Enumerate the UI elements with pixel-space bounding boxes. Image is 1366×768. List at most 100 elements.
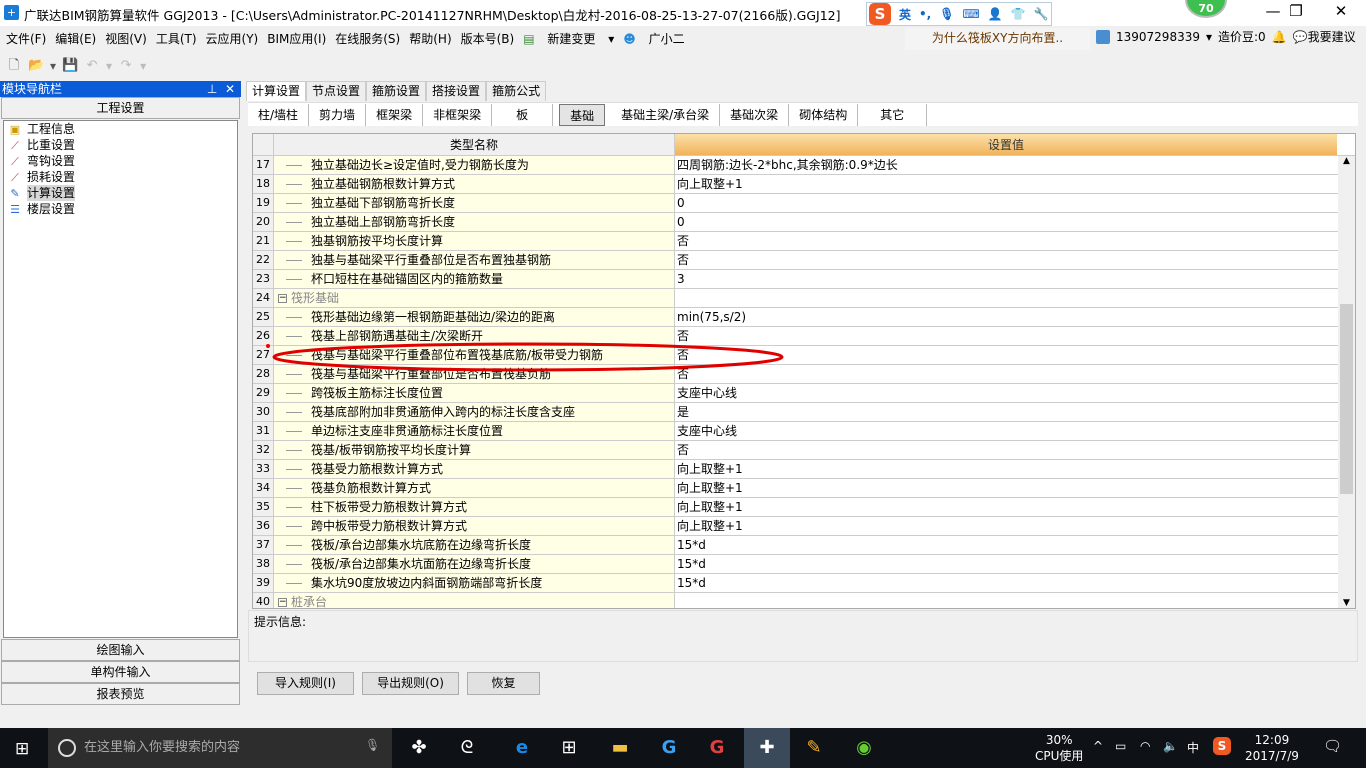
table-row[interactable]: 19 独立基础下部钢筋弯折长度 0 (253, 194, 1355, 213)
user-account[interactable]: 13907298339 (1116, 30, 1200, 44)
undo-icon[interactable]: ↶ (84, 58, 100, 74)
subtab-foundation[interactable]: 基础 (559, 103, 606, 126)
subtab-slab[interactable]: 板 (492, 103, 554, 126)
table-row[interactable]: 36 跨中板带受力筋根数计算方式 向上取整+1 (253, 517, 1355, 536)
tree-item-calc[interactable]: ✎ 计算设置 (4, 185, 237, 201)
sogou-tray-icon[interactable]: S (1213, 737, 1231, 755)
save-icon[interactable]: 💾 (62, 58, 78, 74)
setting-value-cell[interactable]: 四周钢筋:边长-2*bhc,其余钢筋:0.9*边长 (675, 156, 1337, 174)
menu-tools[interactable]: 工具(T) (156, 30, 197, 47)
subtab-foundation-secondary-beam[interactable]: 基础次梁 (720, 103, 790, 126)
setting-value-cell[interactable]: 向上取整+1 (675, 517, 1337, 535)
table-row[interactable]: 38 筏板/承台边部集水坑面筋在边缘弯折长度 15*d (253, 555, 1355, 574)
ime-lang[interactable]: 英 (899, 6, 911, 23)
table-row[interactable]: 24− 筏形基础 (253, 289, 1355, 308)
menu-edit[interactable]: 编辑(E) (55, 30, 96, 47)
table-row[interactable]: 33 筏基受力筋根数计算方式 向上取整+1 (253, 460, 1355, 479)
section-project-settings[interactable]: 工程设置 (1, 97, 240, 119)
subtab-column[interactable]: 柱/墙柱 (248, 103, 310, 126)
tab-calc-settings[interactable]: 计算设置 (246, 81, 307, 101)
taskbar-search[interactable]: 在这里输入你要搜索的内容 (48, 728, 392, 768)
tab-stirrup-formula[interactable]: 箍筋公式 (486, 81, 547, 101)
table-row[interactable]: 37 筏板/承台边部集水坑底筋在边缘弯折长度 15*d (253, 536, 1355, 555)
vertical-scrollbar[interactable]: ▲ ▼ (1338, 156, 1355, 608)
chevron-up-icon[interactable]: ^ (1093, 739, 1103, 753)
subtab-other[interactable]: 其它 (858, 103, 928, 126)
pin-icon[interactable]: ⊥ (207, 82, 217, 96)
suggest-link[interactable]: 💬我要建议 (1293, 28, 1356, 45)
setting-value-cell[interactable]: 向上取整+1 (675, 498, 1337, 516)
user-icon[interactable]: 👤 (988, 7, 1003, 21)
ime-indicator[interactable]: 中 (1187, 739, 1199, 756)
menu-assistant[interactable]: ☻ 广小二 (623, 30, 693, 47)
setting-value-cell[interactable]: 0 (675, 213, 1337, 231)
fan-app-icon[interactable]: ✤ (405, 734, 433, 762)
spiral-app-icon[interactable]: ᘓ (453, 734, 481, 762)
export-rules-button[interactable]: 导出规则(O) (362, 672, 459, 695)
windows-start-icon[interactable]: ⊞ (15, 739, 29, 759)
setting-value-cell[interactable]: 15*d (675, 536, 1337, 554)
bell-icon[interactable]: 🔔 (1272, 30, 1287, 44)
table-row[interactable]: 17 独立基础边长≥设定值时,受力钢筋长度为 四周钢筋:边长-2*bhc,其余钢筋:… (253, 156, 1355, 175)
nav-drawing-input[interactable]: 绘图输入 (1, 639, 240, 661)
setting-value-cell[interactable]: 15*d (675, 555, 1337, 573)
close-icon[interactable]: ✕ (225, 82, 235, 96)
setting-value-cell[interactable]: 否 (675, 441, 1337, 459)
microphone-icon[interactable]: 🎙 (365, 738, 380, 752)
glodon-app2-icon[interactable]: G (703, 734, 731, 762)
table-row[interactable]: 35 柱下板带受力筋根数计算方式 向上取整+1 (253, 498, 1355, 517)
setting-value-cell[interactable] (675, 289, 1337, 307)
table-row[interactable]: 32 筏基/板带钢筋按平均长度计算 否 (253, 441, 1355, 460)
tab-node-settings[interactable]: 节点设置 (306, 81, 367, 101)
chevron-down-icon[interactable]: ▾ (1206, 30, 1212, 44)
tree-item-density[interactable]: ⟋ 比重设置 (4, 137, 237, 153)
tab-stirrup-settings[interactable]: 箍筋设置 (366, 81, 427, 101)
subtab-shear-wall[interactable]: 剪力墙 (309, 103, 367, 126)
nav-report-preview[interactable]: 报表预览 (1, 683, 240, 705)
table-row[interactable]: 39 集水坑90度放坡边内斜面钢筋端部弯折长度 15*d (253, 574, 1355, 593)
setting-value-cell[interactable]: 支座中心线 (675, 384, 1337, 402)
chevron-down-icon[interactable]: ▾ (140, 59, 146, 73)
import-rules-button[interactable]: 导入规则(I) (257, 672, 354, 695)
setting-value-cell[interactable]: 是 (675, 403, 1337, 421)
glodon-app-icon[interactable]: G (655, 734, 683, 762)
restore-defaults-button[interactable]: 恢复 (467, 672, 540, 695)
volume-icon[interactable]: 🔈 (1163, 739, 1178, 753)
notification-icon[interactable]: 🗨 (1323, 737, 1342, 755)
setting-value-cell[interactable]: 0 (675, 194, 1337, 212)
table-row[interactable]: 40− 桩承台 (253, 593, 1355, 608)
notes-app-icon[interactable]: ✎ (800, 734, 828, 762)
setting-value-cell[interactable] (675, 593, 1337, 608)
scroll-thumb[interactable] (1340, 304, 1353, 494)
menu-file[interactable]: 文件(F) (6, 30, 46, 47)
menu-online[interactable]: 在线服务(S) (335, 30, 400, 47)
setting-value-cell[interactable]: 支座中心线 (675, 422, 1337, 440)
ggj-app-icon[interactable]: ✚ (744, 728, 790, 768)
setting-value-cell[interactable]: 向上取整+1 (675, 479, 1337, 497)
table-row[interactable]: 18 独立基础钢筋根数计算方式 向上取整+1 (253, 175, 1355, 194)
table-row[interactable]: 25 筏形基础边缘第一根钢筋距基础边/梁边的距离 min(75,s/2) (253, 308, 1355, 327)
question-link[interactable]: 为什么筏板XY方向布置.. (905, 28, 1090, 50)
sogou-icon[interactable]: S (869, 3, 891, 25)
table-row[interactable]: 20 独立基础上部钢筋弯折长度 0 (253, 213, 1355, 232)
setting-value-cell[interactable]: 否 (675, 251, 1337, 269)
table-row[interactable]: 23 杯口短柱在基础锚固区内的箍筋数量 3 (253, 270, 1355, 289)
battery-icon[interactable]: ▭ (1115, 739, 1126, 753)
collapse-icon[interactable]: − (278, 598, 287, 607)
subtab-nonframe-beam[interactable]: 非框架梁 (423, 103, 493, 126)
subtab-masonry[interactable]: 砌体结构 (789, 103, 859, 126)
green-app-icon[interactable]: ◉ (850, 734, 878, 762)
tree-item-loss[interactable]: ⟋ 损耗设置 (4, 169, 237, 185)
menu-new-change[interactable]: ▤ 新建变更 ▾ (523, 30, 614, 47)
subtab-foundation-main-beam[interactable]: 基础主梁/承台梁 (611, 103, 721, 126)
cortana-icon[interactable] (58, 739, 76, 757)
table-row[interactable]: 29 跨筏板主筋标注长度位置 支座中心线 (253, 384, 1355, 403)
menu-help[interactable]: 帮助(H) (409, 30, 451, 47)
tree-item-project-info[interactable]: ▣ 工程信息 (4, 121, 237, 137)
menu-bim[interactable]: BIM应用(I) (267, 30, 326, 47)
table-row[interactable]: 30 筏基底部附加非贯通筋伸入跨内的标注长度含支座 是 (253, 403, 1355, 422)
keyboard-icon[interactable]: ⌨ (962, 7, 979, 21)
setting-value-cell[interactable]: 否 (675, 232, 1337, 250)
wrench-icon[interactable]: 🔧 (1034, 7, 1049, 21)
table-row[interactable]: 21 独基钢筋按平均长度计算 否 (253, 232, 1355, 251)
